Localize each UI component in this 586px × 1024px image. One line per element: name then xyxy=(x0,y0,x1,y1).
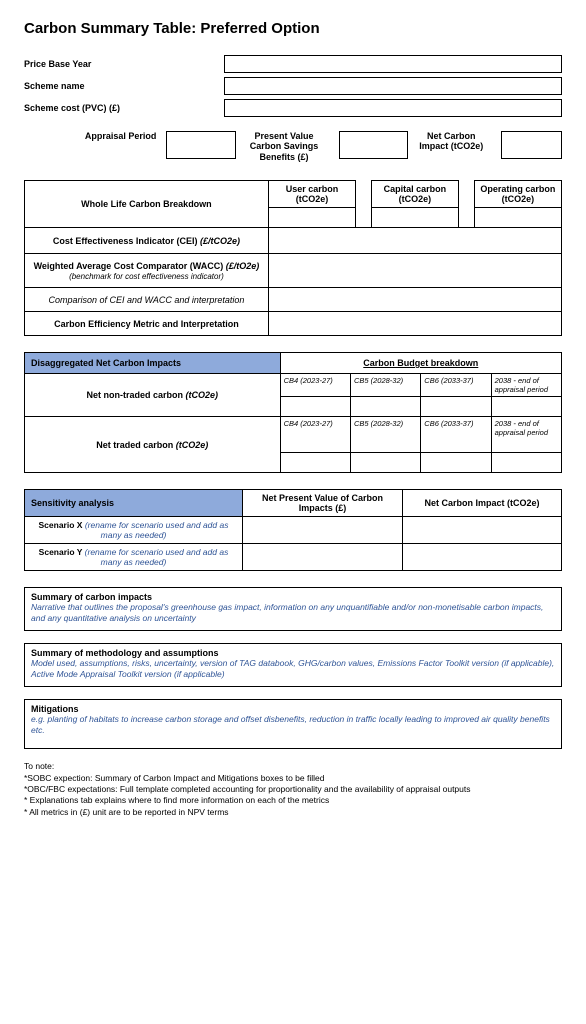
summary-impacts-box[interactable]: Summary of carbon impacts Narrative that… xyxy=(24,587,562,631)
net-carbon-field[interactable] xyxy=(501,131,562,159)
operating-carbon-hdr: Operating carbon (tCO2e) xyxy=(474,181,561,208)
cbend-a: 2038 - end of appraisal period xyxy=(491,374,561,397)
scenario-x-label: Scenario X (rename for scenario used and… xyxy=(25,517,243,544)
t-cb4[interactable] xyxy=(280,453,350,473)
nt-cb4[interactable] xyxy=(280,397,350,417)
nt-cb5[interactable] xyxy=(350,397,420,417)
scheme-cost-field[interactable] xyxy=(224,99,562,117)
cbend-b: 2038 - end of appraisal period xyxy=(491,417,561,453)
pv-carbon-label: Present Value Carbon Savings Benefits (£… xyxy=(240,131,335,162)
operating-carbon-cell[interactable] xyxy=(474,208,561,228)
wacc-cell[interactable] xyxy=(268,254,561,288)
pv-carbon-field[interactable] xyxy=(339,131,408,159)
traded-hdr: Net traded carbon (tCO2e) xyxy=(25,417,281,473)
capital-carbon-hdr: Capital carbon (tCO2e) xyxy=(371,181,458,208)
scenario-y-label: Scenario Y (rename for scenario used and… xyxy=(25,544,243,571)
cb4-a: CB4 (2023-27) xyxy=(280,374,350,397)
scenario-y-impact[interactable] xyxy=(403,544,562,571)
wacc-row-hdr: Weighted Average Cost Comparator (WACC) … xyxy=(25,254,269,288)
capital-carbon-cell[interactable] xyxy=(371,208,458,228)
cb6-b: CB6 (2033-37) xyxy=(421,417,491,453)
notes-section: To note: *SOBC expection: Summary of Car… xyxy=(24,761,562,818)
net-carbon-label: Net Carbon Impact (tCO2e) xyxy=(412,131,497,152)
nt-cbend[interactable] xyxy=(491,397,561,417)
appraisal-period-field[interactable] xyxy=(166,131,235,159)
price-base-year-field[interactable] xyxy=(224,55,562,73)
cem-cell[interactable] xyxy=(268,312,561,336)
cb5-b: CB5 (2028-32) xyxy=(350,417,420,453)
methodology-title: Summary of methodology and assumptions xyxy=(31,648,555,658)
price-base-year-label: Price Base Year xyxy=(24,59,224,69)
appraisal-period-label: Appraisal Period xyxy=(24,131,162,141)
t-cb5[interactable] xyxy=(350,453,420,473)
scenario-x-npv[interactable] xyxy=(243,517,403,544)
mitigations-box[interactable]: Mitigations e.g. planting of habitats to… xyxy=(24,699,562,749)
sens-header: Sensitivity analysis xyxy=(25,490,243,517)
methodology-box[interactable]: Summary of methodology and assumptions M… xyxy=(24,643,562,687)
cei-cell[interactable] xyxy=(268,228,561,254)
user-carbon-hdr: User carbon (tCO2e) xyxy=(268,181,355,208)
nt-cb6[interactable] xyxy=(421,397,491,417)
sens-col1: Net Present Value of Carbon Impacts (£) xyxy=(243,490,403,517)
disagg-header: Disaggregated Net Carbon Impacts xyxy=(25,353,281,374)
sens-col2: Net Carbon Impact (tCO2e) xyxy=(403,490,562,517)
whole-life-hdr: Whole Life Carbon Breakdown xyxy=(25,181,269,228)
note-2: *OBC/FBC expectations: Full template com… xyxy=(24,784,562,795)
note-1: *SOBC expection: Summary of Carbon Impac… xyxy=(24,773,562,784)
scenario-y-npv[interactable] xyxy=(243,544,403,571)
summary-impacts-hint: Narrative that outlines the proposal's g… xyxy=(31,602,555,623)
comparison-row-hdr: Comparison of CEI and WACC and interpret… xyxy=(25,288,269,312)
sensitivity-table: Sensitivity analysis Net Present Value o… xyxy=(24,489,562,571)
scheme-cost-label: Scheme cost (PVC) (£) xyxy=(24,103,224,113)
cem-row-hdr: Carbon Efficiency Metric and Interpretat… xyxy=(25,312,269,336)
cb4-b: CB4 (2023-27) xyxy=(280,417,350,453)
methodology-hint: Model used, assumptions, risks, uncertai… xyxy=(31,658,555,679)
non-traded-hdr: Net non-traded carbon (tCO2e) xyxy=(25,374,281,417)
t-cb6[interactable] xyxy=(421,453,491,473)
mitigations-hint: e.g. planting of habitats to increase ca… xyxy=(31,714,555,735)
scenario-x-impact[interactable] xyxy=(403,517,562,544)
note-3: * Explanations tab explains where to fin… xyxy=(24,795,562,806)
scheme-name-label: Scheme name xyxy=(24,81,224,91)
cb6-a: CB6 (2033-37) xyxy=(421,374,491,397)
t-cbend[interactable] xyxy=(491,453,561,473)
cei-row-hdr: Cost Effectiveness Indicator (CEI) (£/tC… xyxy=(25,228,269,254)
cb-title: Carbon Budget breakdown xyxy=(280,353,561,374)
user-carbon-cell[interactable] xyxy=(268,208,355,228)
summary-impacts-title: Summary of carbon impacts xyxy=(31,592,555,602)
cb5-a: CB5 (2028-32) xyxy=(350,374,420,397)
scheme-name-field[interactable] xyxy=(224,77,562,95)
page-title: Carbon Summary Table: Preferred Option xyxy=(24,20,562,37)
comparison-cell[interactable] xyxy=(268,288,561,312)
note-4: * All metrics in (£) unit are to be repo… xyxy=(24,807,562,818)
whole-life-table: Whole Life Carbon Breakdown User carbon … xyxy=(24,180,562,336)
notes-heading: To note: xyxy=(24,761,562,772)
disaggregated-table: Disaggregated Net Carbon Impacts Carbon … xyxy=(24,352,562,473)
mitigations-title: Mitigations xyxy=(31,704,555,714)
